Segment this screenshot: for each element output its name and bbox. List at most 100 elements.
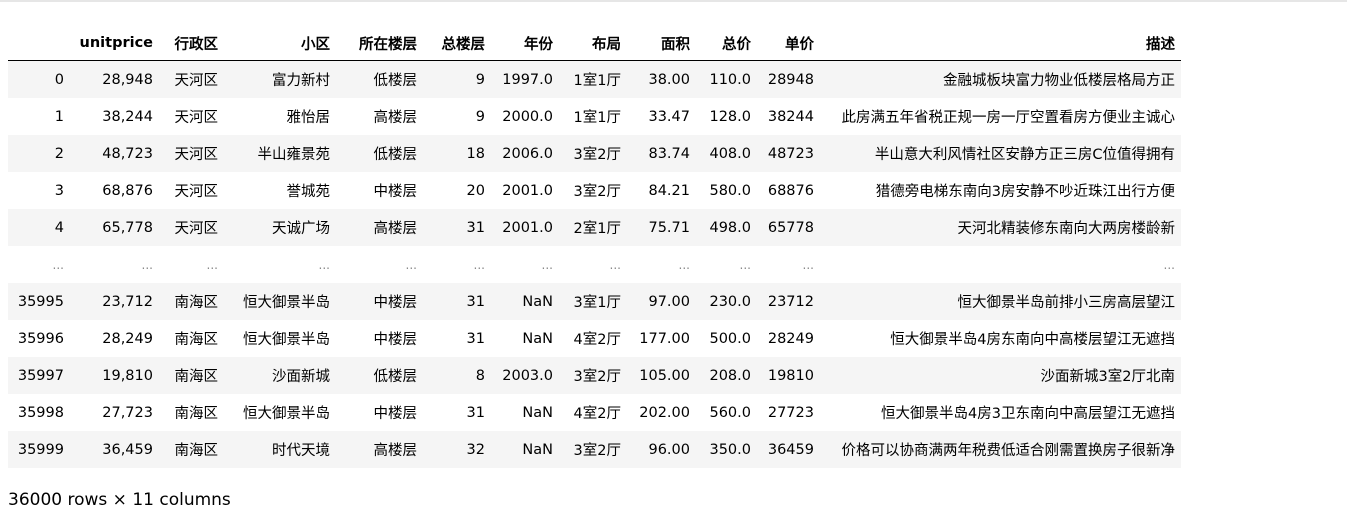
table-cell: 天河区 — [159, 60, 224, 98]
table-cell: 350.0 — [696, 431, 757, 468]
column-header: 总楼层 — [423, 26, 491, 61]
table-cell: 沙面新城3室2厅北南 — [820, 357, 1181, 394]
row-index: 35999 — [8, 431, 70, 468]
table-cell: 68876 — [767, 182, 814, 199]
table-cell: 2003.0 — [491, 357, 559, 394]
table-cell: ... — [802, 257, 814, 272]
table-cell: NaN — [491, 431, 559, 468]
table-cell: 半山雍景苑 — [224, 135, 336, 172]
column-header: 布局 — [559, 26, 627, 61]
table-cell: 36,459 — [70, 431, 159, 468]
table-cell: 低楼层 — [336, 135, 423, 172]
table-cell: 408.0 — [696, 135, 757, 172]
table-row: 0 28,948 天河区 富力新村 低楼层 9 1997.0 1室1厅 38.00 110.0 28… — [8, 60, 1181, 98]
table-cell: 48,723 — [70, 135, 159, 172]
table-cell: 65,778 — [70, 209, 159, 246]
row-index: 35995 — [8, 283, 70, 320]
table-cell: ... — [473, 257, 485, 272]
table-cell: NaN — [491, 283, 559, 320]
table-cell: 38,244 — [102, 108, 153, 125]
table-cell: 19,810 — [70, 357, 159, 394]
table-cell: 498.0 — [696, 209, 757, 246]
table-cell: 33.47 — [648, 108, 690, 125]
table-cell: 230.0 — [696, 283, 757, 320]
row-index: 3 — [54, 182, 64, 199]
row-index: 4 — [8, 209, 70, 246]
table-row: 35997 19,810 南海区 沙面新城 低楼层 8 2003.0 3室2厅 105.00 20… — [8, 357, 1181, 394]
table-row: 4 65,778 天河区 天诚广场 高楼层 31 2001.0 2室1厅 75.71 498.0 6… — [8, 209, 1181, 246]
table-cell: 4室2厅 — [573, 332, 621, 348]
table-cell: 20 — [466, 182, 485, 199]
table-cell: 高楼层 — [336, 431, 423, 468]
table-cell: 28249 — [767, 330, 814, 347]
table-cell: 177.00 — [639, 330, 690, 347]
column-header: 所在楼层 — [336, 26, 423, 61]
table-cell: 2000.0 — [502, 108, 553, 125]
table-cell: ... — [739, 257, 751, 272]
table-cell: 9 — [475, 108, 485, 125]
table-cell: 9 — [423, 60, 491, 98]
index-header — [8, 26, 70, 61]
table-cell: 36459 — [757, 431, 820, 468]
row-index: 0 — [8, 60, 70, 98]
column-header: 总价 — [696, 26, 757, 61]
table-cell: 2001.0 — [491, 209, 559, 246]
row-index: 2 — [8, 135, 70, 172]
table-cell: 28,249 — [102, 330, 153, 347]
table-cell: 沙面新城 — [224, 357, 336, 394]
table-cell: 恒大御景半岛 — [243, 406, 330, 422]
table-cell: 128.0 — [709, 108, 751, 125]
table-cell: NaN — [522, 404, 553, 421]
table-cell: 202.00 — [639, 404, 690, 421]
table-cell: 560.0 — [709, 404, 751, 421]
table-cell: 天河区 — [174, 184, 219, 200]
table-cell: 3室2厅 — [573, 184, 621, 200]
table-cell: 南海区 — [159, 431, 224, 468]
table-cell: 恒大御景半岛前排小三房高层望江 — [820, 283, 1181, 320]
table-cell: 高楼层 — [373, 110, 418, 126]
table-cell: 天河北精装修东南向大两房楼龄新 — [820, 209, 1181, 246]
table-cell: ... — [141, 257, 153, 272]
row-index: 1 — [54, 108, 64, 125]
table-cell: ... — [1163, 257, 1175, 272]
table-cell: ... — [609, 257, 621, 272]
table-header: unitprice 行政区 小区 所在楼层 总楼层 年份 布局 面积 总价 单价 描述 — [8, 26, 1181, 61]
table-cell: 3室2厅 — [559, 357, 627, 394]
table-cell: 3室2厅 — [559, 135, 627, 172]
table-cell: 低楼层 — [336, 357, 423, 394]
table-cell: 南海区 — [159, 283, 224, 320]
table-cell: 低楼层 — [336, 60, 423, 98]
table-row: 2 48,723 天河区 半山雍景苑 低楼层 18 2006.0 3室2厅 83.74 408.0… — [8, 135, 1181, 172]
table-cell: 3室2厅 — [559, 431, 627, 468]
row-index: 35997 — [8, 357, 70, 394]
table-cell: 110.0 — [696, 60, 757, 98]
table-cell: 2001.0 — [502, 182, 553, 199]
column-header: 行政区 — [159, 26, 224, 61]
table-cell: 580.0 — [709, 182, 751, 199]
table-cell: 32 — [423, 431, 491, 468]
table-cell: 97.00 — [627, 283, 696, 320]
table-cell: 南海区 — [174, 406, 219, 422]
table-cell: 18 — [423, 135, 491, 172]
dataframe-table: unitprice 行政区 小区 所在楼层 总楼层 年份 布局 面积 总价 单价 描述 0 28,94… — [8, 26, 1181, 468]
table-cell: 23712 — [757, 283, 820, 320]
table-row: 35999 36,459 南海区 时代天境 高楼层 32 NaN 3室2厅 96.00 350.0… — [8, 431, 1181, 468]
table-cell: 96.00 — [627, 431, 696, 468]
table-cell: 中楼层 — [373, 406, 418, 422]
table-cell: 75.71 — [627, 209, 696, 246]
table-row: 3 68,876 天河区 誉城苑 中楼层 20 2001.0 3室2厅 84.21 580.0 68… — [8, 172, 1181, 209]
table-row: 35998 27,723 南海区 恒大御景半岛 中楼层 31 NaN 4室2厅 202.00 56… — [8, 394, 1181, 431]
table-body: 0 28,948 天河区 富力新村 低楼层 9 1997.0 1室1厅 38.00 110.0 28… — [8, 60, 1181, 468]
table-cell: 4室2厅 — [573, 406, 621, 422]
table-cell: 38244 — [767, 108, 814, 125]
table-cell: 28948 — [757, 60, 820, 98]
table-cell: 时代天境 — [224, 431, 336, 468]
table-cell: ... — [541, 257, 553, 272]
table-cell: 天河区 — [174, 110, 219, 126]
table-cell: 31 — [466, 404, 485, 421]
table-cell: 此房满五年省税正规一房一厅空置看房方便业主诚心 — [841, 110, 1176, 126]
table-cell: 83.74 — [627, 135, 696, 172]
table-cell: 19810 — [757, 357, 820, 394]
table-cell: 1997.0 — [491, 60, 559, 98]
table-cell: ... — [318, 257, 330, 272]
